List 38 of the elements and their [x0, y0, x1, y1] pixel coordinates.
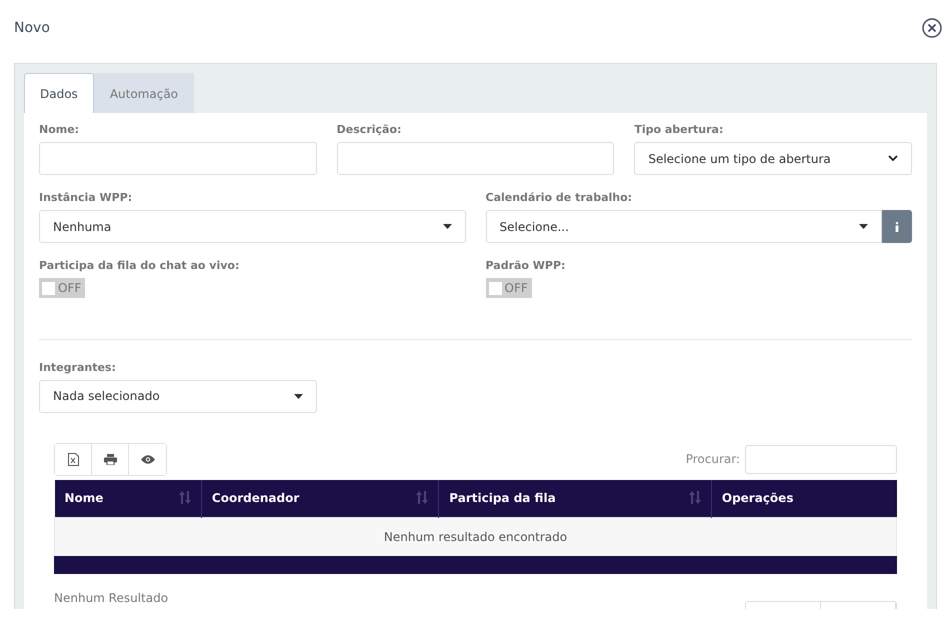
spreadsheet-file-icon — [68, 452, 78, 466]
chevron-icon — [888, 155, 898, 162]
dropdown-field[interactable]: Nada selecionado — [39, 380, 317, 412]
column-header[interactable]: Participa da fila — [438, 480, 712, 517]
text-input[interactable] — [336, 142, 614, 175]
empty-table-message: Nenhum resultado encontrado — [54, 517, 896, 556]
dropdown-field[interactable]: Nenhuma — [39, 210, 466, 243]
field-label: Participa da fila do chat ao vivo: — [39, 259, 240, 272]
text-input[interactable] — [39, 142, 317, 175]
excel-export-button[interactable] — [55, 444, 92, 474]
search-input[interactable] — [745, 444, 897, 474]
field-label: Instância WPP: — [39, 191, 132, 204]
field-label: Integrantes: — [39, 360, 116, 374]
printer-icon — [104, 454, 116, 464]
eye-icon — [140, 454, 154, 464]
field-label: Tipo abertura: — [634, 123, 724, 136]
result-info: Nenhum Resultado — [54, 590, 168, 604]
field-label: Calendário de trabalho: — [486, 191, 632, 204]
sort-icon[interactable] — [178, 491, 191, 504]
dropdown-field[interactable]: Selecione... — [486, 210, 882, 243]
caret-icon — [858, 224, 868, 229]
info-button[interactable] — [882, 210, 912, 243]
search-label: Procurar: — [686, 452, 740, 466]
field-label: Padrão WPP: — [486, 259, 566, 272]
column-header[interactable]: Nome — [54, 480, 202, 517]
info-icon — [894, 222, 899, 232]
dialog-title: Novo — [14, 20, 50, 36]
column-header[interactable]: Coordenador — [201, 480, 439, 517]
field-label: Nome: — [39, 123, 80, 136]
sort-icon[interactable] — [416, 491, 428, 504]
field-label: Descrição: — [336, 123, 402, 136]
caret-icon — [294, 394, 303, 398]
sort-icon[interactable] — [688, 491, 701, 504]
caret-icon — [442, 224, 452, 229]
close-icon[interactable] — [922, 18, 942, 38]
tab[interactable]: Dados — [24, 73, 94, 113]
column-header: Operações — [711, 480, 896, 517]
select-field[interactable]: Selecione um tipo de abertura — [634, 142, 912, 175]
